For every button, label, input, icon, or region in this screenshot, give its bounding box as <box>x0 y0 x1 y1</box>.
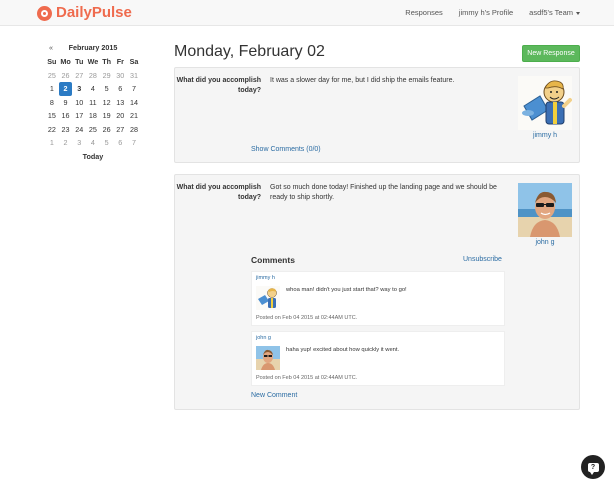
calendar-day[interactable]: 27 <box>72 69 86 83</box>
calendar-day[interactable]: 4 <box>86 136 100 150</box>
comment-timestamp: Posted on Feb 04 2015 at 02:44AM UTC. <box>256 315 358 321</box>
response-card: What did you accomplish today? It was a … <box>174 67 580 163</box>
brand-name: DailyPulse <box>56 4 132 21</box>
vault-boy-avatar-icon <box>518 76 572 130</box>
calendar-day[interactable]: 5 <box>100 136 114 150</box>
weekday-header: Th <box>102 57 111 67</box>
calendar-day[interactable]: 30 <box>113 69 127 83</box>
calendar-day[interactable]: 22 <box>45 123 59 137</box>
calendar-day[interactable]: 15 <box>45 109 59 123</box>
user-photo-avatar <box>256 346 280 370</box>
calendar-day[interactable]: 14 <box>127 96 141 110</box>
top-navbar: DailyPulse Responses jimmy h's Profile a… <box>0 0 614 26</box>
calendar-month-title[interactable]: February 2015 <box>57 43 129 52</box>
calendar-day[interactable]: 16 <box>59 109 73 123</box>
calendar-day[interactable]: 7 <box>127 136 141 150</box>
calendar-day[interactable]: 12 <box>100 96 114 110</box>
question-label: What did you accomplish today? <box>176 184 261 201</box>
show-comments-link[interactable]: Show Comments (0/0) <box>251 146 321 153</box>
weekday-header: We <box>87 57 99 67</box>
caret-down-icon <box>576 11 580 15</box>
calendar-day[interactable]: 2 <box>59 136 73 150</box>
weekday-header: Fr <box>116 57 124 67</box>
calendar-day[interactable]: 24 <box>72 123 86 137</box>
comment-text: haha yup! excited about how quickly it w… <box>286 347 400 353</box>
nav-links: Responses jimmy h's Profile asdf5's Team <box>405 8 580 17</box>
calendar-day[interactable]: 3 <box>72 136 86 150</box>
comment-timestamp: Posted on Feb 04 2015 at 02:44AM UTC. <box>256 375 358 381</box>
question-label: What did you accomplish today? <box>176 77 261 94</box>
brand-logo[interactable]: DailyPulse <box>37 5 132 21</box>
calendar-day[interactable]: 8 <box>45 96 59 110</box>
nav-team-dropdown[interactable]: asdf5's Team <box>529 8 580 17</box>
response-card: What did you accomplish today? Got so mu… <box>174 174 580 410</box>
calendar: « February 2015 Su Mo Tu We Th Fr Sa 25 … <box>45 42 141 161</box>
calendar-day[interactable]: 27 <box>113 123 127 137</box>
comment-item: john g haha yup! excited about how quick… <box>251 331 505 386</box>
calendar-day[interactable]: 21 <box>127 109 141 123</box>
calendar-day[interactable]: 1 <box>45 82 59 96</box>
calendar-day[interactable]: 3 <box>72 82 86 96</box>
answer-text: It was a slower day for me, but I did sh… <box>270 77 455 84</box>
nav-profile-link[interactable]: jimmy h's Profile <box>459 8 513 17</box>
calendar-header: « February 2015 <box>45 42 141 53</box>
calendar-day[interactable]: 23 <box>59 123 73 137</box>
nav-team-label: asdf5's Team <box>529 8 573 17</box>
response-user-link[interactable]: john g <box>518 239 572 246</box>
answer-text: Got so much done today! Finished up the … <box>270 184 497 201</box>
calendar-day[interactable]: 10 <box>72 96 86 110</box>
weekday-header: Su <box>47 57 57 67</box>
new-response-button[interactable]: New Response <box>522 45 580 62</box>
pulse-logo-icon <box>37 5 52 21</box>
calendar-day[interactable]: 26 <box>59 69 73 83</box>
calendar-day[interactable]: 28 <box>86 69 100 83</box>
calendar-day[interactable]: 26 <box>100 123 114 137</box>
response-user-link[interactable]: jimmy h <box>518 132 572 139</box>
calendar-day[interactable]: 7 <box>127 82 141 96</box>
calendar-day[interactable]: 18 <box>86 109 100 123</box>
help-chat-button[interactable]: ? <box>581 455 605 479</box>
comment-text: whoa man! didn't you just start that? wa… <box>286 287 407 293</box>
calendar-day[interactable]: 25 <box>45 69 59 83</box>
chat-bubble-icon: ? <box>587 462 599 475</box>
page-title: Monday, February 02 <box>174 43 325 60</box>
calendar-day[interactable]: 25 <box>86 123 100 137</box>
new-comment-link[interactable]: New Comment <box>251 392 297 399</box>
calendar-day[interactable]: 6 <box>113 82 127 96</box>
calendar-day[interactable]: 19 <box>100 109 114 123</box>
weekday-header: Tu <box>75 57 84 67</box>
calendar-day[interactable]: 13 <box>113 96 127 110</box>
calendar-day[interactable]: 11 <box>86 96 100 110</box>
prev-month-button[interactable]: « <box>45 43 57 52</box>
user-photo-avatar <box>518 183 572 237</box>
weekday-header: Mo <box>60 57 71 67</box>
comment-item: jimmy h whoa man! didn't you just start … <box>251 271 505 326</box>
weekday-header: Sa <box>129 57 139 67</box>
calendar-day[interactable]: 4 <box>86 82 100 96</box>
comments-heading: Comments <box>251 255 295 265</box>
calendar-day[interactable]: 1 <box>45 136 59 150</box>
calendar-day[interactable]: 9 <box>59 96 73 110</box>
calendar-day[interactable]: 28 <box>127 123 141 137</box>
nav-responses-link[interactable]: Responses <box>405 8 443 17</box>
calendar-day-selected[interactable]: 2 <box>58 82 73 96</box>
vault-boy-avatar-icon <box>256 286 280 310</box>
calendar-today-button[interactable]: Today <box>45 152 141 161</box>
calendar-day[interactable]: 20 <box>113 109 127 123</box>
comment-user-link[interactable]: jimmy h <box>256 275 275 281</box>
calendar-day[interactable]: 6 <box>113 136 127 150</box>
unsubscribe-link[interactable]: Unsubscribe <box>463 256 502 263</box>
calendar-day[interactable]: 31 <box>127 69 141 83</box>
comment-user-link[interactable]: john g <box>256 335 271 341</box>
calendar-day[interactable]: 17 <box>72 109 86 123</box>
calendar-day[interactable]: 29 <box>100 69 114 83</box>
calendar-grid: Su Mo Tu We Th Fr Sa 25 26 27 28 29 30 3… <box>45 55 141 150</box>
calendar-day[interactable]: 5 <box>100 82 114 96</box>
